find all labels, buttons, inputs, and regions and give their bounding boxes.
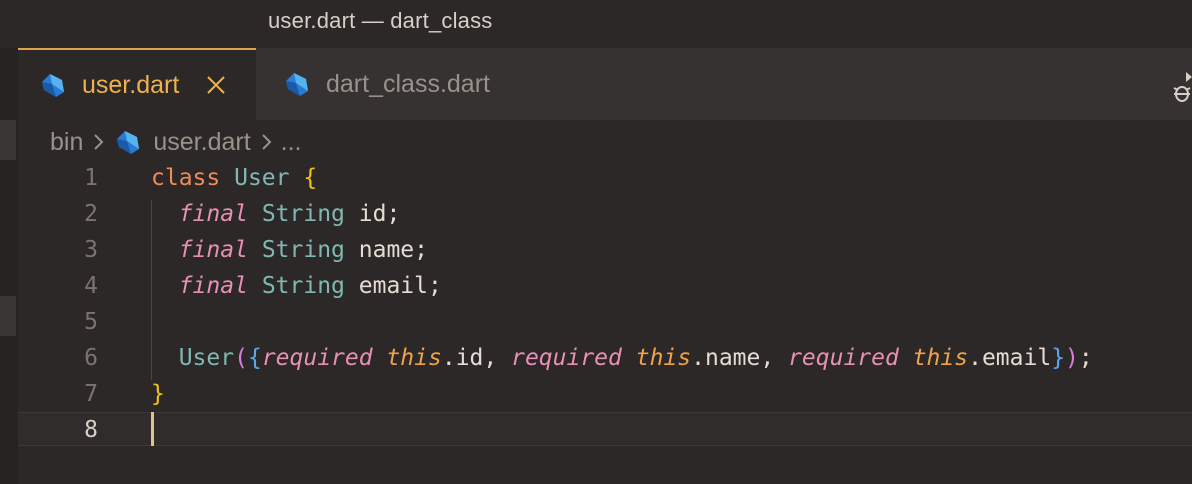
code-line: 8 bbox=[18, 412, 1192, 448]
code-line: 2 final String id; bbox=[18, 196, 1192, 232]
code-line: 7 } bbox=[18, 376, 1192, 412]
activity-marker bbox=[0, 296, 16, 336]
code-line: 4 final String email; bbox=[18, 268, 1192, 304]
code-line: 1 class User { bbox=[18, 160, 1192, 196]
line-number: 1 bbox=[84, 165, 98, 191]
tab-label: dart_class.dart bbox=[326, 69, 490, 98]
line-number: 2 bbox=[84, 201, 98, 227]
code-text: final String id; bbox=[178, 201, 401, 227]
code-text: final String name; bbox=[178, 237, 429, 263]
code-line: 5 bbox=[18, 304, 1192, 340]
activity-bar-edge bbox=[0, 48, 18, 484]
code-text: User({required this.id, required this.na… bbox=[178, 345, 1093, 371]
code-text: } bbox=[151, 381, 165, 407]
window-title: user.dart — dart_class bbox=[268, 8, 493, 33]
code-text: class User { bbox=[151, 165, 318, 191]
text-cursor bbox=[151, 412, 154, 446]
tab-user-dart[interactable]: user.dart bbox=[18, 48, 256, 120]
editor-tab-bar: user.dart dart_class.dart bbox=[18, 48, 1192, 120]
breadcrumb-folder[interactable]: bin bbox=[50, 128, 83, 157]
breadcrumb-symbol[interactable]: ... bbox=[281, 128, 302, 157]
line-number: 4 bbox=[84, 273, 98, 299]
line-number: 3 bbox=[84, 237, 98, 263]
dart-icon bbox=[286, 73, 308, 96]
line-number: 8 bbox=[84, 417, 98, 443]
tab-label: user.dart bbox=[82, 70, 180, 99]
code-editor[interactable]: 1 class User { 2 final String id; 3 fina… bbox=[18, 164, 1192, 484]
dart-icon bbox=[42, 74, 64, 97]
breadcrumb-file[interactable]: user.dart bbox=[153, 128, 250, 157]
code-line: 6 User({required this.id, required this.… bbox=[18, 340, 1192, 376]
chevron-right-icon bbox=[94, 134, 104, 150]
tab-dart-class-dart[interactable]: dart_class.dart bbox=[256, 48, 516, 120]
code-line: 3 final String name; bbox=[18, 232, 1192, 268]
code-text: final String email; bbox=[178, 273, 442, 299]
title-bar: user.dart — dart_class bbox=[0, 0, 1192, 48]
dart-icon bbox=[117, 131, 140, 154]
close-icon[interactable] bbox=[205, 74, 227, 96]
line-number: 7 bbox=[84, 381, 98, 407]
activity-marker bbox=[0, 120, 16, 160]
run-debug-icon[interactable] bbox=[1172, 70, 1192, 104]
chevron-right-icon bbox=[261, 134, 272, 150]
line-number: 6 bbox=[84, 345, 98, 371]
breadcrumb: bin user.dart ... bbox=[18, 120, 1192, 164]
line-number: 5 bbox=[84, 309, 98, 335]
